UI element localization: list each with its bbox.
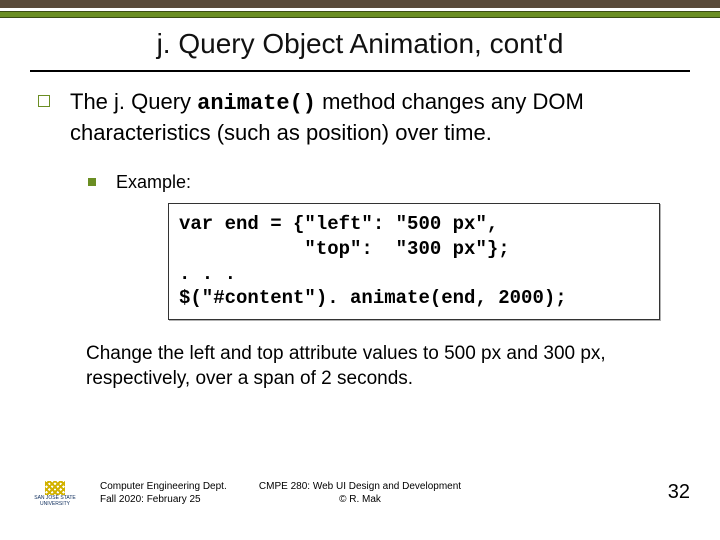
slide-title: j. Query Object Animation, cont'd — [0, 28, 720, 60]
bullet1-text: The j. Query animate() method changes an… — [70, 88, 678, 147]
explanation-text: Change the left and top attribute values… — [86, 342, 666, 391]
top-bar — [0, 0, 720, 8]
code-block: var end = {"left": "500 px", "top": "300… — [168, 203, 660, 320]
footer-center: CMPE 280: Web UI Design and Development … — [0, 480, 720, 506]
footer-center-line2: © R. Mak — [339, 494, 381, 505]
bullet1-code: animate() — [197, 91, 316, 116]
footer-center-line1: CMPE 280: Web UI Design and Development — [259, 481, 461, 492]
slide: j. Query Object Animation, cont'd The j.… — [0, 0, 720, 540]
title-text: j. Query Object Animation, cont'd — [157, 28, 564, 59]
filled-square-bullet-icon — [88, 178, 96, 186]
content-area: The j. Query animate() method changes an… — [38, 88, 678, 391]
bullet-level2: Example: — [88, 172, 678, 193]
bullet-level1: The j. Query animate() method changes an… — [38, 88, 678, 147]
title-underline — [30, 70, 690, 72]
bullet1-prefix: The j. Query — [70, 89, 197, 114]
hollow-square-bullet-icon — [38, 95, 50, 107]
bullet2-text: Example: — [116, 172, 191, 193]
page-number: 32 — [668, 481, 690, 504]
top-stripe — [0, 11, 720, 18]
